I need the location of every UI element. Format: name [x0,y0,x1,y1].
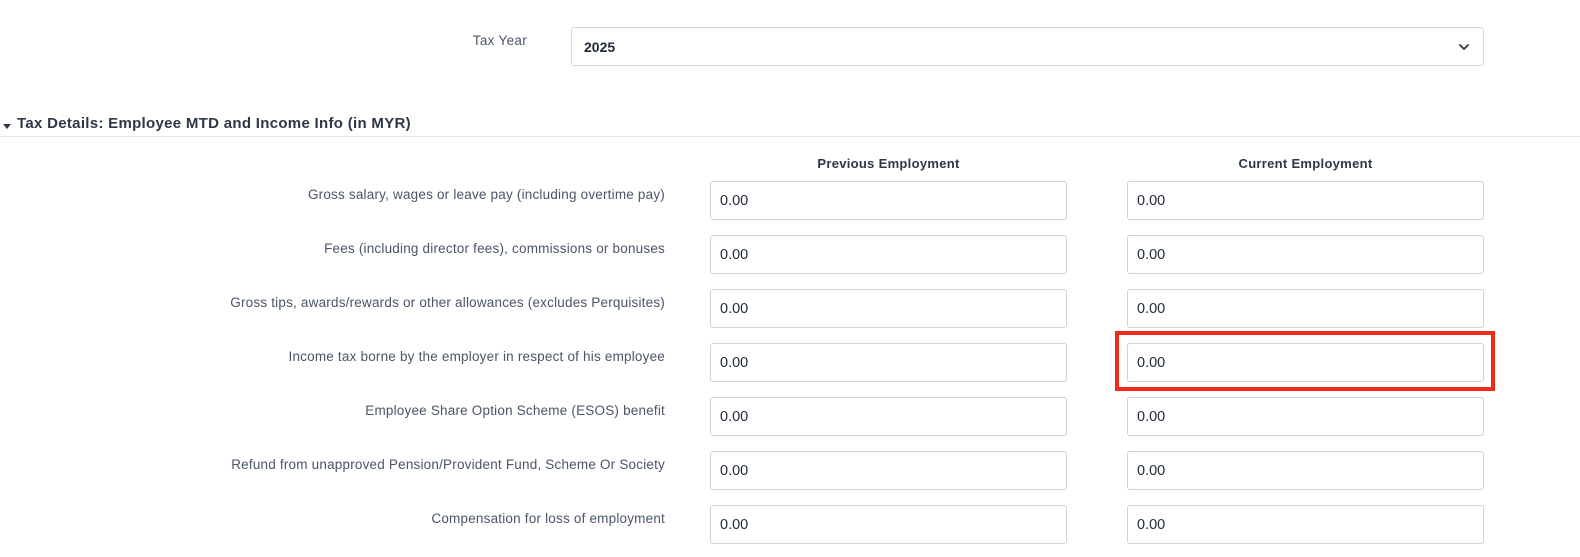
esos-previous-input[interactable] [710,397,1067,436]
income-tax-borne-previous-input[interactable] [710,343,1067,382]
tax-details-page: Tax Year 2025 Tax Details: Employee MTD … [0,0,1580,557]
current-employment-header: Current Employment [1238,156,1373,171]
fees-current-input[interactable] [1127,235,1484,274]
gross-salary-previous-input[interactable] [710,181,1067,220]
section-divider [0,136,1580,137]
refund-pension-previous-input[interactable] [710,451,1067,490]
esos-current-input[interactable] [1127,397,1484,436]
row-label-income-tax-borne: Income tax borne by the employer in resp… [288,349,665,364]
tax-year-label: Tax Year [472,33,527,48]
row-label-fees: Fees (including director fees), commissi… [324,241,665,256]
previous-employment-header: Previous Employment [817,156,960,171]
tax-year-selected-value: 2025 [584,38,616,55]
compensation-previous-input[interactable] [710,505,1067,544]
income-tax-borne-current-input[interactable] [1127,343,1484,382]
row-label-refund-pension: Refund from unapproved Pension/Provident… [231,457,665,472]
caret-down-icon [2,118,12,129]
compensation-current-input[interactable] [1127,505,1484,544]
row-label-compensation: Compensation for loss of employment [431,511,665,526]
section-toggle[interactable]: Tax Details: Employee MTD and Income Inf… [0,111,411,135]
gross-tips-current-input[interactable] [1127,289,1484,328]
row-label-esos: Employee Share Option Scheme (ESOS) bene… [365,403,665,418]
gross-salary-current-input[interactable] [1127,181,1484,220]
fees-previous-input[interactable] [710,235,1067,274]
gross-tips-previous-input[interactable] [710,289,1067,328]
row-label-gross-tips: Gross tips, awards/rewards or other allo… [230,295,665,310]
section-title: Tax Details: Employee MTD and Income Inf… [17,114,411,132]
row-label-gross-salary: Gross salary, wages or leave pay (includ… [307,187,665,202]
refund-pension-current-input[interactable] [1127,451,1484,490]
tax-year-select[interactable]: 2025 [571,27,1484,66]
chevron-down-icon [1457,40,1471,54]
